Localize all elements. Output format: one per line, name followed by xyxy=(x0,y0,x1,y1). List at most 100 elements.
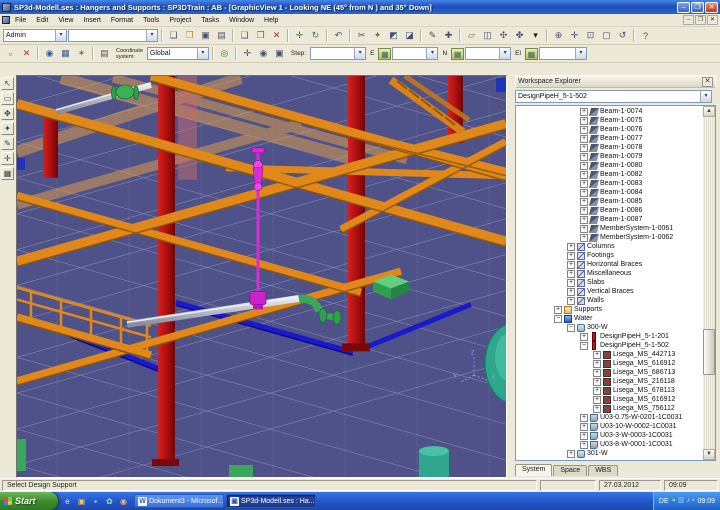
blue-member-left[interactable] xyxy=(17,157,25,170)
trim-icon[interactable]: ✂ xyxy=(354,29,369,43)
tree-expander-icon[interactable]: + xyxy=(580,440,588,449)
menu-window[interactable]: Window xyxy=(224,17,259,24)
tree-item[interactable]: + Lisega_MS_616912 xyxy=(516,395,715,404)
tree-expander-icon[interactable]: + xyxy=(567,449,575,458)
options-icon[interactable]: ▤ xyxy=(97,47,112,61)
tab-system[interactable]: System xyxy=(515,464,553,476)
tree-expander-icon[interactable]: + xyxy=(567,260,575,269)
tree-scrollbar[interactable]: ▲ ▼ xyxy=(703,106,715,460)
menu-edit[interactable]: Edit xyxy=(31,17,53,24)
tab-space[interactable]: Space xyxy=(553,465,588,476)
tree-expander-icon[interactable]: + xyxy=(593,350,601,359)
set-target-icon[interactable]: ▣ xyxy=(272,47,287,61)
close-button[interactable]: ✕ xyxy=(705,1,718,13)
dimension-icon[interactable]: ✚ xyxy=(441,29,456,43)
rotate-icon[interactable]: ↻ xyxy=(308,29,323,43)
msn-icon[interactable]: ✿ xyxy=(103,495,116,508)
tree-expander-icon[interactable]: + xyxy=(580,143,588,152)
coordinate-system-combo[interactable]: Global ▾ xyxy=(146,47,209,60)
tree-expander-icon[interactable]: + xyxy=(580,170,588,179)
render-icon[interactable]: ✤ xyxy=(512,29,527,43)
north-field-combo[interactable]: ▾ xyxy=(465,47,512,60)
tree-expander-icon[interactable]: + xyxy=(580,332,588,341)
tree-expander-icon[interactable]: + xyxy=(580,125,588,134)
save-icon[interactable]: ▣ xyxy=(198,29,213,43)
tree-item[interactable]: + Vertical Braces xyxy=(516,287,715,296)
language-indicator[interactable]: DE xyxy=(659,498,669,505)
tree-item[interactable]: + Beam-1-0085 xyxy=(516,197,715,206)
minimize-button[interactable]: – xyxy=(677,1,690,13)
menu-tasks[interactable]: Tasks xyxy=(196,17,224,24)
tree-item[interactable]: + Beam-1-0076 xyxy=(516,125,715,134)
menu-help[interactable]: Help xyxy=(259,17,283,24)
tree-expander-icon[interactable]: + xyxy=(567,287,575,296)
blue-member-top-right[interactable] xyxy=(496,77,506,92)
tree-item[interactable]: + Slabs xyxy=(516,278,715,287)
media-icon[interactable]: ◉ xyxy=(117,495,130,508)
tree-expander-icon[interactable]: + xyxy=(580,116,588,125)
tree-item[interactable]: + Lisega_MS_756112 xyxy=(516,404,715,413)
tree-expander-icon[interactable]: − xyxy=(580,341,588,350)
tree-item[interactable]: + Beam-1-0078 xyxy=(516,143,715,152)
elevation-field-lock-icon[interactable]: ▦ xyxy=(524,47,538,60)
tree-item[interactable]: + Beam-1-0080 xyxy=(516,161,715,170)
chamfer-icon[interactable]: ◪ xyxy=(402,29,417,43)
tree-item[interactable]: + Beam-1-0082 xyxy=(516,170,715,179)
zoom-icon[interactable]: ⊕ xyxy=(551,29,566,43)
tree-expander-icon[interactable]: + xyxy=(580,188,588,197)
fit-icon[interactable]: ▢ xyxy=(599,29,614,43)
elevation-field-combo[interactable]: ▾ xyxy=(538,47,587,60)
menu-format[interactable]: Format xyxy=(106,17,138,24)
tree-item[interactable]: − Water xyxy=(516,314,715,323)
fillet-icon[interactable]: ◩ xyxy=(386,29,401,43)
pan-hand-icon[interactable]: ✥ xyxy=(1,107,14,120)
tree-item[interactable]: + Horizontal Braces xyxy=(516,260,715,269)
tree-item[interactable]: + Footings xyxy=(516,251,715,260)
chevron-down-icon[interactable]: ▾ xyxy=(499,48,511,59)
smartsketch-icon[interactable]: ✶ xyxy=(74,47,89,61)
tree-item[interactable]: + Lisega_MS_616912 xyxy=(516,359,715,368)
tree-expander-icon[interactable]: + xyxy=(580,233,588,242)
tree-expander-icon[interactable]: + xyxy=(580,179,588,188)
east-field-lock-icon[interactable]: ▦ xyxy=(378,47,392,60)
tree-item[interactable]: + Beam-1-0077 xyxy=(516,134,715,143)
tree-item[interactable]: + MemberSystem-1-0062 xyxy=(516,233,715,242)
network-tray-icon[interactable]: ▥ xyxy=(678,497,685,505)
measure-icon[interactable]: ✎ xyxy=(425,29,440,43)
extend-icon[interactable]: ✦ xyxy=(370,29,385,43)
tree-item[interactable]: + U03-8-W-0001-1C0031 xyxy=(516,440,715,449)
workspace-filter-combo[interactable]: DesignPipeH_5-1-502 ▾ xyxy=(515,90,712,103)
grid-tool-icon[interactable]: ▦ xyxy=(1,167,14,180)
tree-item[interactable]: + Beam-1-0084 xyxy=(516,188,715,197)
tree-item[interactable]: + Beam-1-0087 xyxy=(516,215,715,224)
workspace-explorer-close-icon[interactable]: ✕ xyxy=(702,76,713,87)
tree-expander-icon[interactable]: + xyxy=(580,197,588,206)
tree-expander-icon[interactable]: + xyxy=(593,386,601,395)
tree-item[interactable]: + U03-3-W-0003-1C0031 xyxy=(516,431,715,440)
help-icon[interactable]: ? xyxy=(638,29,653,43)
tree-item[interactable]: + Lisega_MS_686713 xyxy=(516,368,715,377)
close-task-icon[interactable]: ▫ xyxy=(3,47,18,61)
tree-expander-icon[interactable]: + xyxy=(580,107,588,116)
antivirus-tray-icon[interactable]: ● xyxy=(672,497,676,505)
tree-expander-icon[interactable]: + xyxy=(593,395,601,404)
tree-expander-icon[interactable]: + xyxy=(580,134,588,143)
tree-expander-icon[interactable]: + xyxy=(580,161,588,170)
tree-expander-icon[interactable]: + xyxy=(567,269,575,278)
clip-icon[interactable]: ✣ xyxy=(496,29,511,43)
print-icon[interactable]: ▤ xyxy=(214,29,229,43)
delete-task-icon[interactable]: ✕ xyxy=(19,47,34,61)
restore-button[interactable]: ❐ xyxy=(691,1,704,13)
tree-item[interactable]: + Beam-1-0075 xyxy=(516,116,715,125)
tree-expander-icon[interactable]: + xyxy=(580,152,588,161)
chevron-down-icon[interactable]: ▾ xyxy=(574,48,586,59)
tree-item[interactable]: + Beam-1-0086 xyxy=(516,206,715,215)
menu-tools[interactable]: Tools xyxy=(138,17,164,24)
tree-item[interactable]: − DesignPipeH_5-1-502 xyxy=(516,341,715,350)
tree-item[interactable]: + DesignPipeH_5-1-201 xyxy=(516,332,715,341)
tree-item[interactable]: + Miscellaneous xyxy=(516,269,715,278)
step-combo[interactable]: ▾ xyxy=(310,47,367,60)
zoom-area-icon[interactable]: ⊡ xyxy=(583,29,598,43)
tree-expander-icon[interactable]: + xyxy=(580,224,588,233)
view-style-icon[interactable]: ◫ xyxy=(480,29,495,43)
